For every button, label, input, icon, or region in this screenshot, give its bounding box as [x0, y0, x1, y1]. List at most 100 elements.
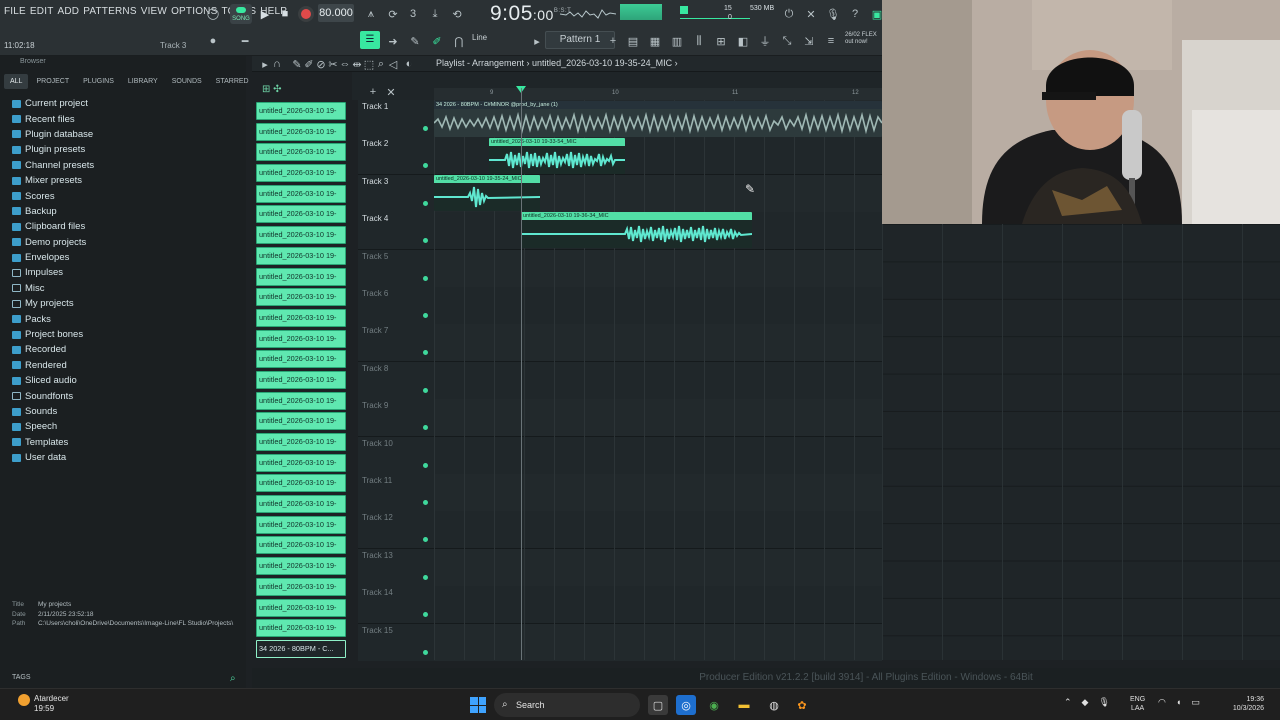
magnet-snap-icon[interactable]: ∩: [268, 56, 286, 72]
language-indicator[interactable]: ENG LAA: [1130, 695, 1145, 713]
clip-source-item[interactable]: untitled_2026-03-10 19-: [256, 536, 346, 555]
master-volume-knob[interactable]: ●: [204, 33, 222, 49]
tray-mic-icon[interactable]: 🎙: [1098, 697, 1109, 708]
task-view-icon[interactable]: ▢: [648, 695, 668, 715]
browser-item[interactable]: Project bones: [12, 327, 94, 342]
browser-item[interactable]: Packs: [12, 311, 94, 326]
clip-source-item[interactable]: untitled_2026-03-10 19-: [256, 474, 346, 493]
track-mute-led[interactable]: [423, 275, 428, 281]
touch-keyboard-icon[interactable]: ⤡: [778, 33, 796, 49]
chrome-icon[interactable]: ◉: [704, 695, 724, 715]
track-header[interactable]: Track 10: [358, 436, 434, 474]
paint-tool-icon[interactable]: ✐: [428, 33, 446, 49]
panic-icon[interactable]: ✕: [802, 6, 820, 22]
clip-source-item[interactable]: untitled_2026-03-10 19-: [256, 205, 346, 224]
browser-item[interactable]: Demo projects: [12, 235, 94, 250]
clip-source-item[interactable]: untitled_2026-03-10 19-: [256, 246, 346, 265]
track-mute-led[interactable]: [423, 350, 428, 356]
track-header[interactable]: Track 14: [358, 586, 434, 624]
track-header[interactable]: Track 13: [358, 548, 434, 586]
clip-source-item[interactable]: untitled_2026-03-10 19-: [256, 308, 346, 327]
piano-roll-icon[interactable]: ▦: [646, 33, 664, 49]
clip-source-item[interactable]: untitled_2026-03-10 19-: [256, 122, 346, 141]
edge-icon[interactable]: ◎: [676, 695, 696, 715]
record-button[interactable]: [298, 6, 314, 22]
browser-item[interactable]: Soundfonts: [12, 388, 94, 403]
clip-source-item[interactable]: untitled_2026-03-10 19-: [256, 226, 346, 245]
track-header[interactable]: Track 11: [358, 474, 434, 511]
browser-item[interactable]: Channel presets: [12, 158, 94, 173]
track-mute-led[interactable]: [423, 425, 428, 431]
browser-item[interactable]: Speech: [12, 419, 94, 434]
pattern-prev-icon[interactable]: ▸: [528, 33, 546, 49]
clip-source-item[interactable]: untitled_2026-03-10 19-: [256, 557, 346, 576]
browser-item[interactable]: User data: [12, 450, 94, 465]
close-track-icon[interactable]: ✕: [382, 84, 400, 100]
cliplist-tools[interactable]: ⊞ ✣: [262, 84, 282, 95]
track-lane[interactable]: [434, 474, 882, 511]
tempo-display[interactable]: 80.000: [318, 4, 354, 22]
clip-source-item[interactable]: untitled_2026-03-10 19-: [256, 391, 346, 410]
channel-rack-icon[interactable]: ▥: [668, 33, 686, 49]
clip-source-item-selected[interactable]: 34 2026 - 80BPM - C...: [256, 639, 346, 658]
clip-source-item[interactable]: untitled_2026-03-10 19-: [256, 453, 346, 472]
browser-item[interactable]: Envelopes: [12, 250, 94, 265]
browser-search-icon[interactable]: ⌕: [230, 673, 236, 684]
browser-item[interactable]: Backup: [12, 204, 94, 219]
track-mute-led[interactable]: [423, 649, 428, 655]
clip-source-item[interactable]: untitled_2026-03-10 19-: [256, 515, 346, 534]
playlist-title[interactable]: Playlist - Arrangement › untitled_2026-0…: [436, 58, 678, 68]
wait-input-icon[interactable]: ⟳: [384, 6, 402, 22]
playlist-mode-button[interactable]: ☰: [360, 31, 380, 49]
clip-source-item[interactable]: untitled_2026-03-10 19-: [256, 495, 346, 514]
tab-plugins[interactable]: PLUGINS: [77, 74, 120, 89]
track-lane[interactable]: [434, 249, 882, 287]
track-header[interactable]: Track 15: [358, 623, 434, 661]
play-button[interactable]: ▶: [256, 6, 274, 22]
step-edit-icon[interactable]: ⤓: [426, 6, 444, 22]
audio-clip-mic-3[interactable]: untitled_2026-03-10 19-36-34_MIC: [521, 212, 752, 248]
clip-source-item[interactable]: untitled_2026-03-10 19-: [256, 267, 346, 286]
timeline-ruler[interactable]: 9 10 11 12: [434, 88, 882, 100]
track-lane[interactable]: [434, 548, 882, 586]
volume-icon[interactable]: ◖: [1176, 697, 1181, 708]
track-mute-led[interactable]: [423, 163, 428, 169]
playlist-icon[interactable]: ▤: [624, 33, 642, 49]
browser-item[interactable]: Plugin presets: [12, 142, 94, 157]
menu-edit[interactable]: EDIT: [30, 6, 54, 17]
track-mute-led[interactable]: [423, 500, 428, 505]
track-mute-led[interactable]: [423, 612, 428, 618]
track-mute-led[interactable]: [423, 200, 428, 206]
playlist-options-icon[interactable]: ◐: [400, 56, 418, 72]
magnet-icon[interactable]: ⋂: [450, 33, 468, 49]
clip-source-item[interactable]: untitled_2026-03-10 19-: [256, 102, 346, 120]
clip-source-item[interactable]: untitled_2026-03-10 19-: [256, 143, 346, 162]
taskbar-search[interactable]: ⌕ Search: [494, 693, 640, 717]
browser-item[interactable]: Current project: [12, 96, 94, 111]
menu-file[interactable]: FILE: [4, 6, 26, 17]
track-header[interactable]: Track 9: [358, 399, 434, 437]
menu-add[interactable]: ADD: [58, 6, 80, 17]
browser-item[interactable]: Impulses: [12, 265, 94, 280]
audio-clip-mic-2[interactable]: untitled_2026-03-10 19-35-24_MIC: [434, 175, 540, 211]
track-lane[interactable]: [434, 324, 882, 362]
track-header[interactable]: Track 8: [358, 361, 434, 399]
clip-source-item[interactable]: untitled_2026-03-10 19-: [256, 577, 346, 596]
start-button[interactable]: [470, 697, 486, 713]
loop-record-icon[interactable]: ⟲: [448, 6, 466, 22]
track-lane[interactable]: [434, 436, 882, 474]
template-icon[interactable]: ≡: [822, 33, 840, 49]
countdown-icon[interactable]: 3: [404, 6, 422, 22]
clip-source-item[interactable]: untitled_2026-03-10 19-: [256, 598, 346, 617]
next-arrow-icon[interactable]: ➜: [384, 33, 402, 49]
track-mute-led[interactable]: [423, 574, 428, 580]
clip-source-item[interactable]: untitled_2026-03-10 19-: [256, 433, 346, 451]
browser-icon[interactable]: ⊞: [712, 33, 730, 49]
browser-item[interactable]: Clipboard files: [12, 219, 94, 234]
news-panel[interactable]: 26/02 FLEX out now!: [845, 32, 877, 46]
track-mute-led[interactable]: [423, 537, 428, 543]
menu-view[interactable]: VIEW: [141, 6, 167, 17]
clip-source-item[interactable]: untitled_2026-03-10 19-: [256, 184, 346, 203]
tab-project[interactable]: PROJECT: [30, 74, 75, 89]
stop-button[interactable]: ■: [276, 6, 294, 22]
